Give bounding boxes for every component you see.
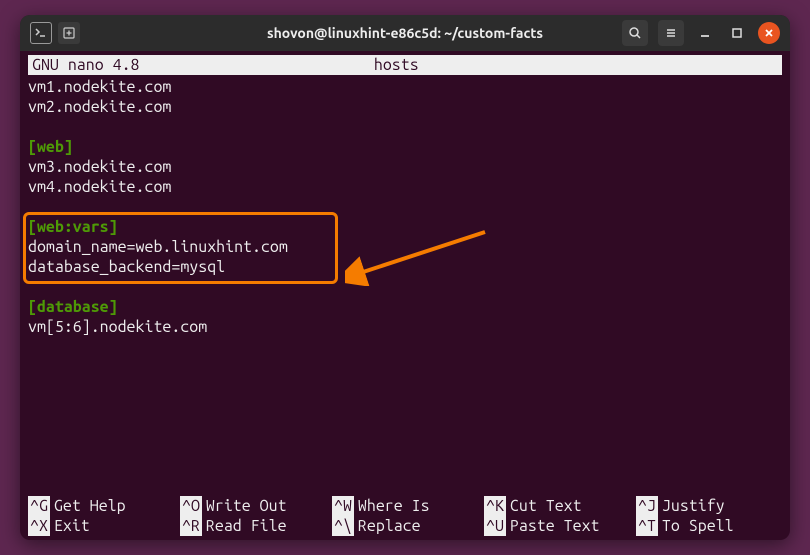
nano-filename: hosts — [140, 55, 778, 75]
content-line: database_backend=mysql — [28, 257, 782, 277]
group-header-database: [database] — [28, 297, 782, 317]
shortcut-label: Replace — [358, 516, 421, 536]
content-line: vm4.nodekite.com — [28, 177, 782, 197]
blank-line — [28, 117, 782, 137]
key-combo: ^G — [28, 496, 50, 516]
menu-button[interactable] — [658, 20, 684, 46]
titlebar-left — [30, 22, 80, 44]
group-header-web: [web] — [28, 137, 782, 157]
key-combo: ^X — [28, 516, 50, 536]
shortcut-justify: ^J Justify — [636, 496, 782, 516]
blank-line — [28, 197, 782, 217]
titlebar-right — [622, 20, 780, 46]
new-tab-icon[interactable] — [58, 22, 80, 44]
shortcut-label: Where Is — [358, 496, 430, 516]
window-title: shovon@linuxhint-e86c5d: ~/custom-facts — [267, 25, 543, 41]
shortcut-paste-text: ^U Paste Text — [484, 516, 630, 536]
minimize-button[interactable] — [694, 22, 716, 44]
shortcut-cut-text: ^K Cut Text — [484, 496, 630, 516]
shortcut-label: Justify — [662, 496, 725, 516]
shortcut-write-out: ^O Write Out — [180, 496, 326, 516]
shortcut-replace: ^\ Replace — [332, 516, 478, 536]
shortcut-label: Get Help — [54, 496, 126, 516]
content-line: vm2.nodekite.com — [28, 97, 782, 117]
key-combo: ^O — [180, 496, 202, 516]
terminal-content[interactable]: GNU nano 4.8 hosts vm1.nodekite.com vm2.… — [20, 51, 790, 540]
group-header-webvars: [web:vars] — [28, 217, 782, 237]
titlebar: shovon@linuxhint-e86c5d: ~/custom-facts — [20, 15, 790, 51]
shortcut-label: To Spell — [662, 516, 734, 536]
shortcut-label: Write Out — [206, 496, 287, 516]
maximize-button[interactable] — [726, 22, 748, 44]
close-button[interactable] — [758, 22, 780, 44]
shortcut-to-spell: ^T To Spell — [636, 516, 782, 536]
shortcut-exit: ^X Exit — [28, 516, 174, 536]
content-line: vm3.nodekite.com — [28, 157, 782, 177]
nano-app-name: GNU nano 4.8 — [32, 55, 140, 75]
key-combo: ^T — [636, 516, 658, 536]
key-combo: ^\ — [332, 516, 354, 536]
search-button[interactable] — [622, 20, 648, 46]
content-line: domain_name=web.linuxhint.com — [28, 237, 782, 257]
shortcut-where-is: ^W Where Is — [332, 496, 478, 516]
shortcut-label: Exit — [54, 516, 90, 536]
shortcut-label: Paste Text — [510, 516, 600, 536]
terminal-icon[interactable] — [30, 22, 52, 44]
key-combo: ^W — [332, 496, 354, 516]
key-combo: ^K — [484, 496, 506, 516]
key-combo: ^R — [180, 516, 202, 536]
shortcut-read-file: ^R Read File — [180, 516, 326, 536]
shortcut-label: Cut Text — [510, 496, 582, 516]
key-combo: ^U — [484, 516, 506, 536]
key-combo: ^J — [636, 496, 658, 516]
content-line: vm1.nodekite.com — [28, 77, 782, 97]
content-line: vm[5:6].nodekite.com — [28, 317, 782, 337]
blank-line — [28, 277, 782, 297]
shortcut-label: Read File — [206, 516, 287, 536]
shortcut-get-help: ^G Get Help — [28, 496, 174, 516]
terminal-window: shovon@linuxhint-e86c5d: ~/custom-facts … — [20, 15, 790, 540]
nano-footer: ^G Get Help ^O Write Out ^W Where Is ^K … — [28, 496, 782, 536]
nano-header: GNU nano 4.8 hosts — [28, 55, 782, 75]
